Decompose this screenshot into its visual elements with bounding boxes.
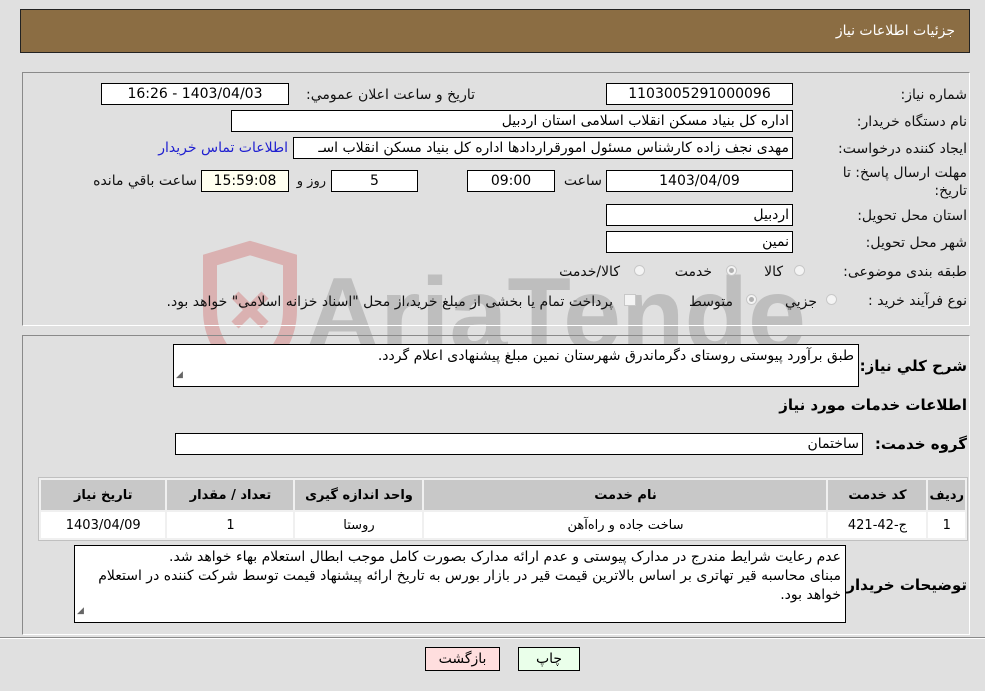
buyer-org-field[interactable]: اداره کل بنیاد مسکن انقلاب اسلامی استان … [231,110,793,132]
col-quantity: تعداد / مقدار [167,480,294,510]
cell-quantity: 1 [167,512,294,538]
category-option-goods-service: کالا/خدمت [559,264,620,280]
service-group-field[interactable]: ساختمان [175,433,863,455]
process-radio-minor[interactable] [826,294,837,305]
table-row: 1 ج-42-421 ساخت جاده و راه‌آهن روستا 1 1… [41,512,965,538]
creator-field[interactable]: مهدی نجف زاده کارشناس مسئول امورقرارداده… [293,137,793,159]
treasury-note: پرداخت تمام یا بخشی از مبلغ خرید،از محل … [166,294,613,310]
announce-datetime-field[interactable]: 1403/04/03 - 16:26 [101,83,289,105]
description-text: طبق برآورد پیوستی روستای دگرماندرق شهرست… [377,348,854,364]
cell-row-number: 1 [928,512,965,538]
buyer-notes-line: مبنای محاسبه قیر تهاتری بر اساس بالاترین… [98,568,841,603]
print-button[interactable]: چاپ [518,647,580,671]
back-button[interactable]: بازگشت [425,647,500,671]
province-label: استان محل تحویل: [857,208,967,224]
process-radio-medium[interactable] [746,294,757,305]
buyer-notes-label: توضیحات خریدار: [840,576,967,594]
process-type-label: نوع فرآیند خرید : [868,293,967,309]
buyer-org-label: نام دستگاه خریدار: [856,114,967,130]
resize-grip-icon[interactable]: ◢ [176,366,183,385]
days-label: روز و [296,174,326,189]
description-textarea[interactable]: طبق برآورد پیوستی روستای دگرماندرق شهرست… [173,344,859,387]
process-option-minor: جزيي [785,294,817,310]
cell-need-date: 1403/04/09 [41,512,166,538]
announce-datetime-label: تاریخ و ساعت اعلان عمومي: [306,87,475,103]
services-table: رديف کد خدمت نام خدمت واحد اندازه گیری ت… [38,477,968,541]
service-group-label: گروه خدمت: [874,435,967,453]
deadline-label: مهلت ارسال پاسخ: تا تاریخ: [842,165,967,199]
col-need-date: تاریخ نیاز [41,480,166,510]
cell-unit: روستا [295,512,423,538]
province-field[interactable]: اردبیل [606,204,793,226]
col-service-name: نام خدمت [424,480,827,510]
creator-label: ایجاد کننده درخواست: [838,141,967,157]
category-option-service: خدمت [674,264,712,280]
cell-service-name: ساخت جاده و راه‌آهن [424,512,827,538]
col-row-number: رديف [928,480,965,510]
buyer-notes-textarea[interactable]: عدم رعایت شرایط مندرج در مدارک پیوستی و … [74,545,846,623]
deadline-date-field[interactable]: 1403/04/09 [606,170,793,192]
buyer-contact-link[interactable]: اطلاعات تماس خریدار [158,140,288,156]
description-label: شرح كلي نياز: [859,357,967,375]
buyer-notes-line: عدم رعایت شرایط مندرج در مدارک پیوستی و … [169,549,841,565]
col-service-code: کد خدمت [828,480,927,510]
deadline-time-label: ساعت [563,173,602,189]
resize-grip-icon[interactable]: ◢ [77,602,84,621]
days-remaining-field[interactable]: 5 [331,170,418,192]
remaining-time-field[interactable]: 15:59:08 [201,170,289,192]
deadline-time-field[interactable]: 09:00 [467,170,555,192]
category-label: طبقه بندی موضوعی: [843,264,967,280]
table-header-row: رديف کد خدمت نام خدمت واحد اندازه گیری ت… [41,480,965,510]
cell-service-code: ج-42-421 [828,512,927,538]
page-header: جزئیات اطلاعات نیاز [20,9,970,53]
category-radio-goods-service[interactable] [634,265,645,276]
city-label: شهر محل تحویل: [865,235,967,251]
need-number-label: شماره نیاز: [900,87,968,103]
need-number-field[interactable]: 1103005291000096 [606,83,793,105]
process-option-medium: متوسط [689,294,733,310]
page-title: جزئیات اطلاعات نیاز [835,23,955,39]
category-radio-service[interactable] [726,265,737,276]
category-option-goods: کالا [764,264,783,280]
treasury-checkbox[interactable] [624,294,636,306]
remaining-time-label: ساعت باقي مانده [93,173,197,189]
col-unit: واحد اندازه گیری [295,480,423,510]
category-radio-goods[interactable] [794,265,805,276]
footer-divider [0,637,985,639]
city-field[interactable]: نمین [606,231,793,253]
services-section-title: اطلاعات خدمات مورد نیاز [779,396,967,414]
